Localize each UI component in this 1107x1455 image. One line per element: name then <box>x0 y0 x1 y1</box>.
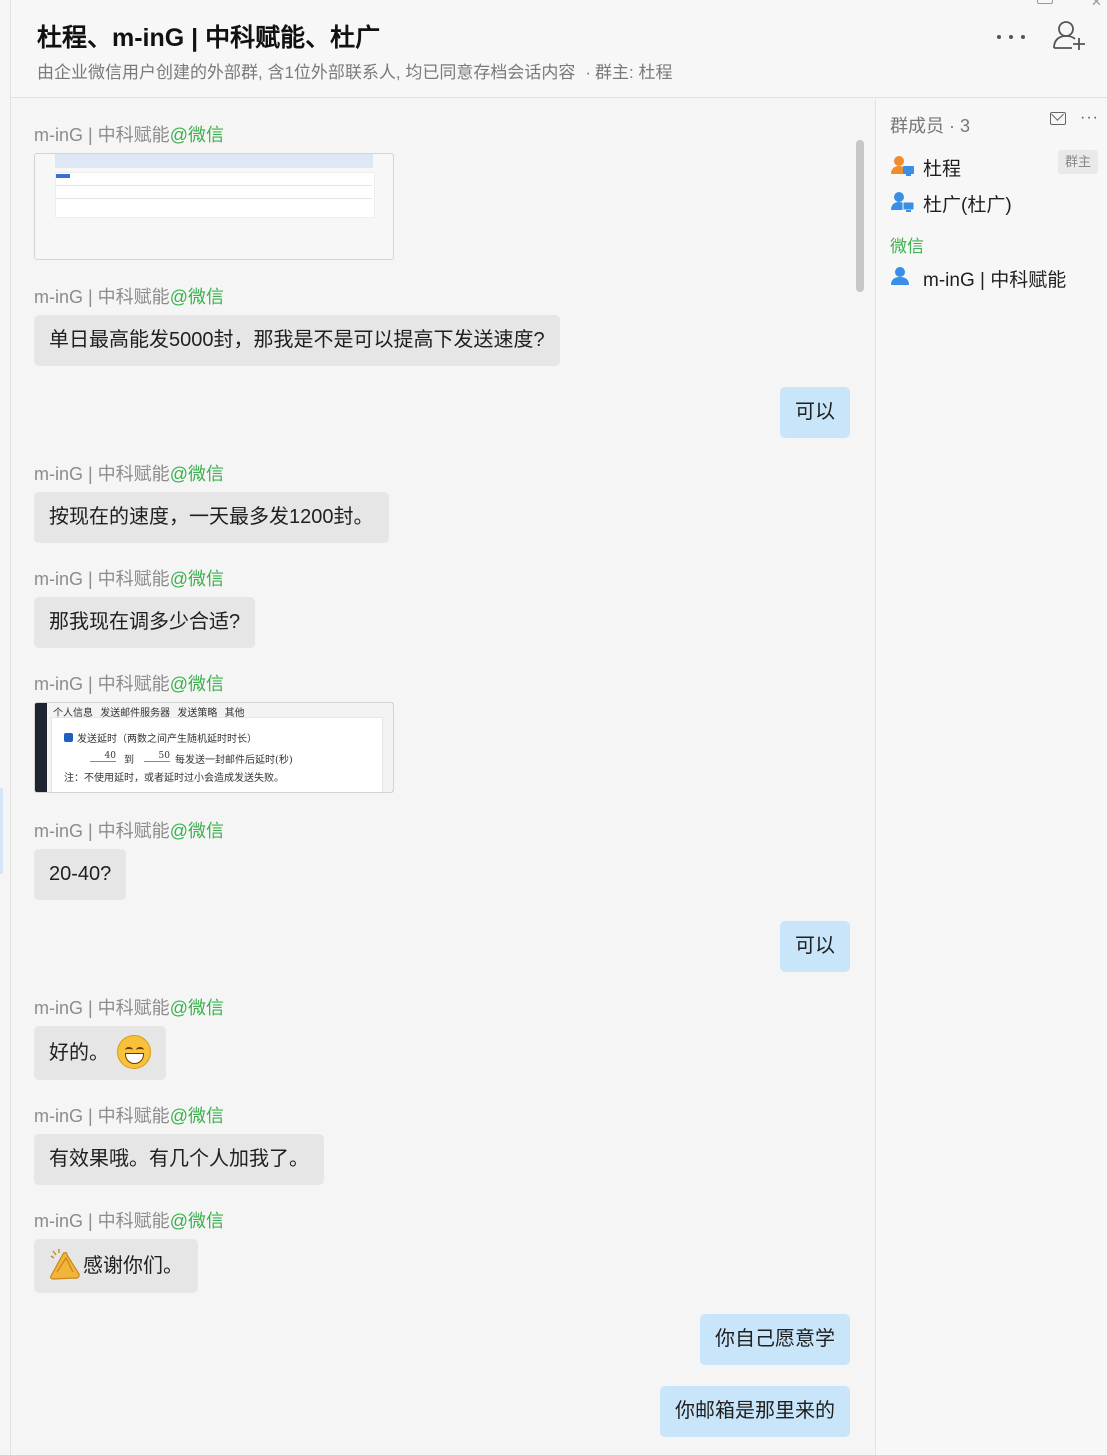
member-name: 杜程 <box>923 159 962 180</box>
message-bubble: 单日最高能发5000封，那我是不是可以提高下发送速度? <box>34 315 560 366</box>
mail-icon[interactable] <box>1050 112 1066 125</box>
user-icon <box>891 267 909 285</box>
subtitle-separator: · <box>585 63 592 82</box>
message-image-thumbnail[interactable] <box>34 153 394 260</box>
message-bubble: 好的。 <box>34 1026 166 1080</box>
more-horizontal-icon <box>997 35 1001 39</box>
add-user-icon <box>1053 21 1085 50</box>
message-list[interactable]: m-inG | 中科赋能@微信 m-inG | 中科赋能@微信 单日最高能发50… <box>11 99 874 1455</box>
owner-badge: 群主 <box>1058 150 1098 174</box>
message-bubble: 那我现在调多少合适? <box>34 597 256 648</box>
message-sender: m-inG | 中科赋能@微信 <box>34 674 224 694</box>
members-header: 群成员 · 3 <box>890 116 971 136</box>
message-bubble-self: 你自己愿意学 <box>700 1314 850 1365</box>
message-sender: m-inG | 中科赋能@微信 <box>34 821 224 841</box>
message-sender: m-inG | 中科赋能@微信 <box>34 1106 224 1126</box>
chat-subtitle-text: 由企业微信用户创建的外部群, 含1位外部联系人, 均已同意存档会话内容 <box>37 63 576 82</box>
member-item-du-cheng[interactable]: 杜程 群主 <box>890 150 1100 180</box>
message-sender: m-inG | 中科赋能@微信 <box>34 464 224 484</box>
chat-subtitle: 由企业微信用户创建的外部群, 含1位外部联系人, 均已同意存档会话内容 · 群主: … <box>37 58 672 83</box>
left-nav-active-marker <box>0 788 3 874</box>
message-bubble: 按现在的速度，一天最多发1200封。 <box>34 492 389 543</box>
message-sender: m-inG | 中科赋能@微信 <box>34 569 224 589</box>
wechat-group-label: 微信 <box>890 237 924 256</box>
message-bubble-self: 你邮箱是那里来的 <box>660 1386 850 1437</box>
members-more-icon[interactable]: ··· <box>1080 109 1099 127</box>
member-name: 杜广(杜广) <box>923 195 1012 216</box>
member-item-du-guang[interactable]: 杜广(杜广) <box>890 189 1100 216</box>
member-name: m-inG | 中科赋能 <box>923 270 1067 291</box>
message-bubble: 感谢你们。 <box>34 1239 198 1293</box>
message-bubble-self: 可以 <box>780 921 850 972</box>
grinning-face-icon <box>117 1034 151 1069</box>
internal-user-icon <box>891 156 914 176</box>
clapping-hands-icon <box>50 1248 80 1280</box>
group-owner-label: 群主: 杜程 <box>595 63 673 82</box>
more-options-button[interactable] <box>991 22 1031 52</box>
left-nav-strip <box>0 0 11 1455</box>
add-member-button[interactable] <box>1051 18 1091 54</box>
chat-title: 杜程、m-inG | 中科赋能、杜广 <box>37 24 381 52</box>
message-sender: m-inG | 中科赋能@微信 <box>34 1211 224 1231</box>
message-list-scrollbar[interactable] <box>856 140 864 292</box>
internal-user-icon <box>891 192 915 212</box>
message-bubble-self: 可以 <box>780 387 850 438</box>
message-sender: m-inG | 中科赋能@微信 <box>34 998 224 1018</box>
message-bubble: 20-40? <box>34 849 127 900</box>
message-bubble: 有效果哦。有几个人加我了。 <box>34 1134 324 1185</box>
window-close-icon[interactable]: ✕ <box>1091 0 1102 10</box>
message-sender: m-inG | 中科赋能@微信 <box>34 125 224 145</box>
group-members-panel: 群成员 · 3 ··· 杜程 群主 杜广(杜广) 微信 m-inG | 中科赋能 <box>875 99 1107 1455</box>
window-minimize-icon[interactable] <box>1037 0 1053 4</box>
message-sender: m-inG | 中科赋能@微信 <box>34 287 224 307</box>
member-item-m-ing[interactable]: m-inG | 中科赋能 <box>890 264 1100 291</box>
message-image-thumbnail[interactable]: 个人信息 发送邮件服务器 发送策略 其他 发送延时（两数之间产生随机延时时长） … <box>34 702 394 793</box>
chat-header: ✕ 杜程、m-inG | 中科赋能、杜广 由企业微信用户创建的外部群, 含1位外… <box>11 0 1107 98</box>
